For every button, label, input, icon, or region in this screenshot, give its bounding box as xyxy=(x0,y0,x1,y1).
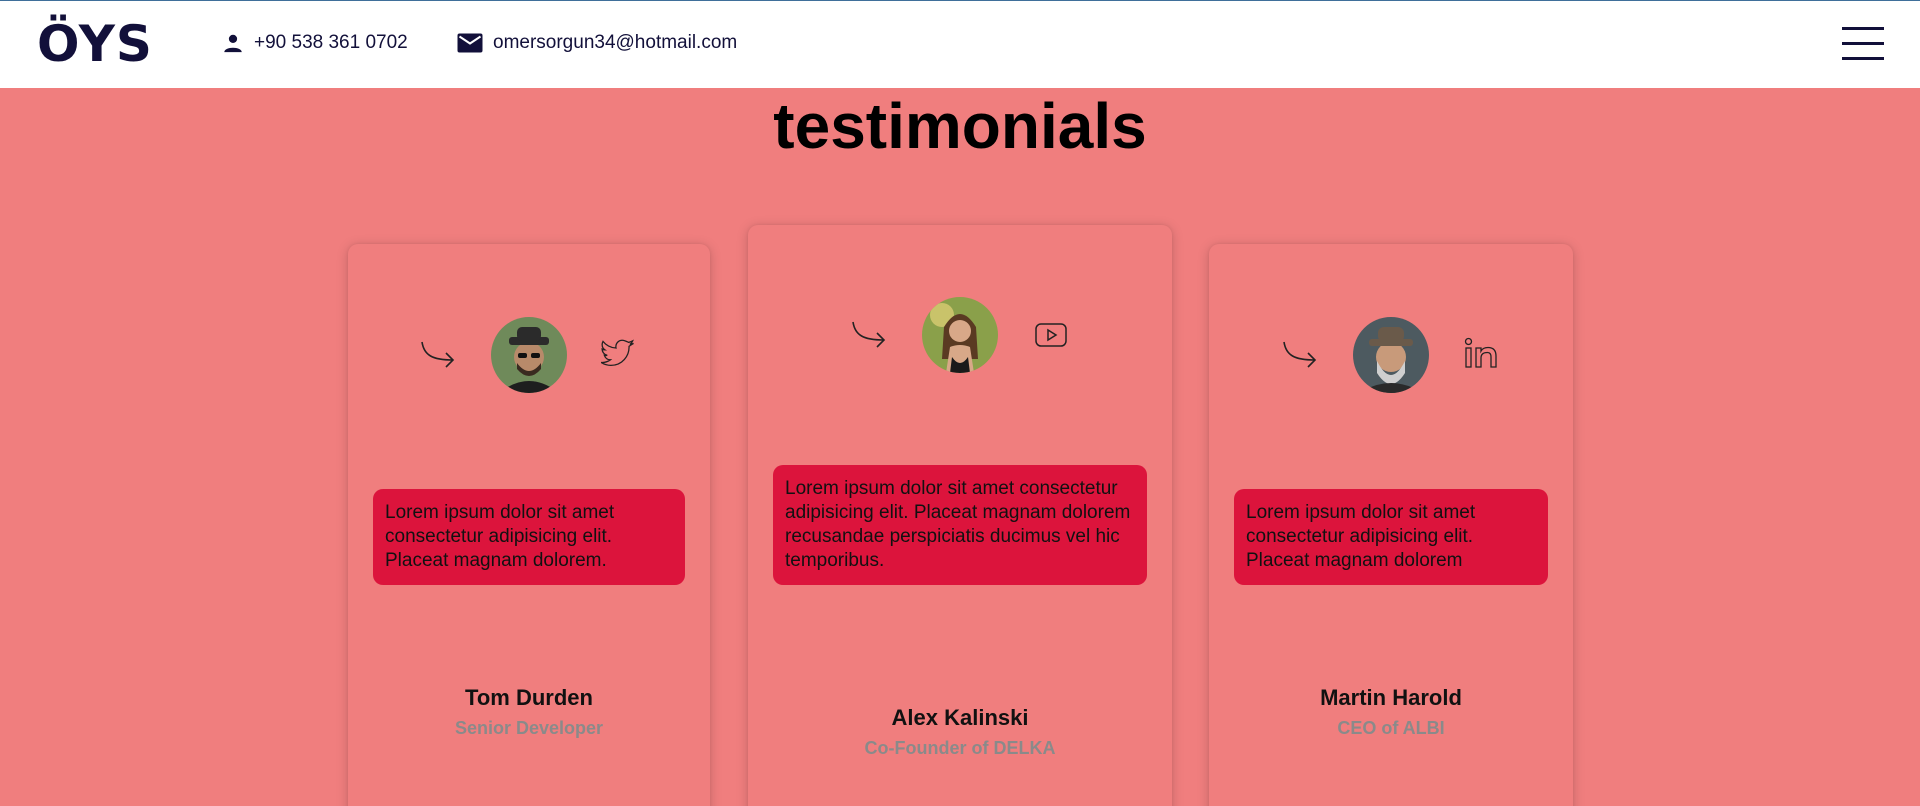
avatar xyxy=(922,297,998,373)
youtube-icon[interactable] xyxy=(1035,323,1067,347)
testimonial-card: Lorem ipsum dolor sit amet consectetur a… xyxy=(748,225,1172,806)
share-arrow-icon[interactable] xyxy=(851,319,887,349)
testimonial-quote: Lorem ipsum dolor sit amet consectetur a… xyxy=(1234,489,1548,585)
testimonial-role: Co-Founder of DELKA xyxy=(864,738,1056,758)
section-title: testimonials xyxy=(773,90,1147,162)
testimonial-role: Senior Developer xyxy=(454,718,604,738)
email-address: omersorgun34@hotmail.com xyxy=(493,32,738,53)
testimonial-card: Lorem ipsum dolor sit amet consectetur a… xyxy=(1209,244,1573,806)
twitter-icon[interactable] xyxy=(601,339,635,369)
phone-contact[interactable]: +90 538 361 0702 xyxy=(222,32,408,54)
testimonial-role: CEO of ALBI xyxy=(1337,718,1445,738)
phone-number: +90 538 361 0702 xyxy=(254,32,408,53)
linkedin-icon[interactable] xyxy=(1464,337,1498,369)
mail-icon xyxy=(457,33,483,53)
testimonial-name: Alex Kalinski xyxy=(891,705,1029,730)
testimonial-name: Tom Durden xyxy=(465,685,593,710)
person-icon xyxy=(224,34,242,53)
logo[interactable]: ÖYS xyxy=(37,16,153,72)
avatar xyxy=(1353,317,1429,393)
testimonial-quote: Lorem ipsum dolor sit amet consectetur a… xyxy=(373,489,685,585)
share-arrow-icon[interactable] xyxy=(1282,339,1318,369)
avatar xyxy=(491,317,567,393)
site-header: ÖYS +90 538 361 0702 omersorgun34@hotmai… xyxy=(0,1,1920,88)
testimonial-quote: Lorem ipsum dolor sit amet consectetur a… xyxy=(773,465,1147,585)
menu-icon[interactable] xyxy=(1842,27,1884,61)
share-arrow-icon[interactable] xyxy=(420,339,456,369)
testimonial-name: Martin Harold xyxy=(1320,685,1462,710)
testimonial-card: Lorem ipsum dolor sit amet consectetur a… xyxy=(348,244,710,806)
email-contact[interactable]: omersorgun34@hotmail.com xyxy=(457,32,737,54)
